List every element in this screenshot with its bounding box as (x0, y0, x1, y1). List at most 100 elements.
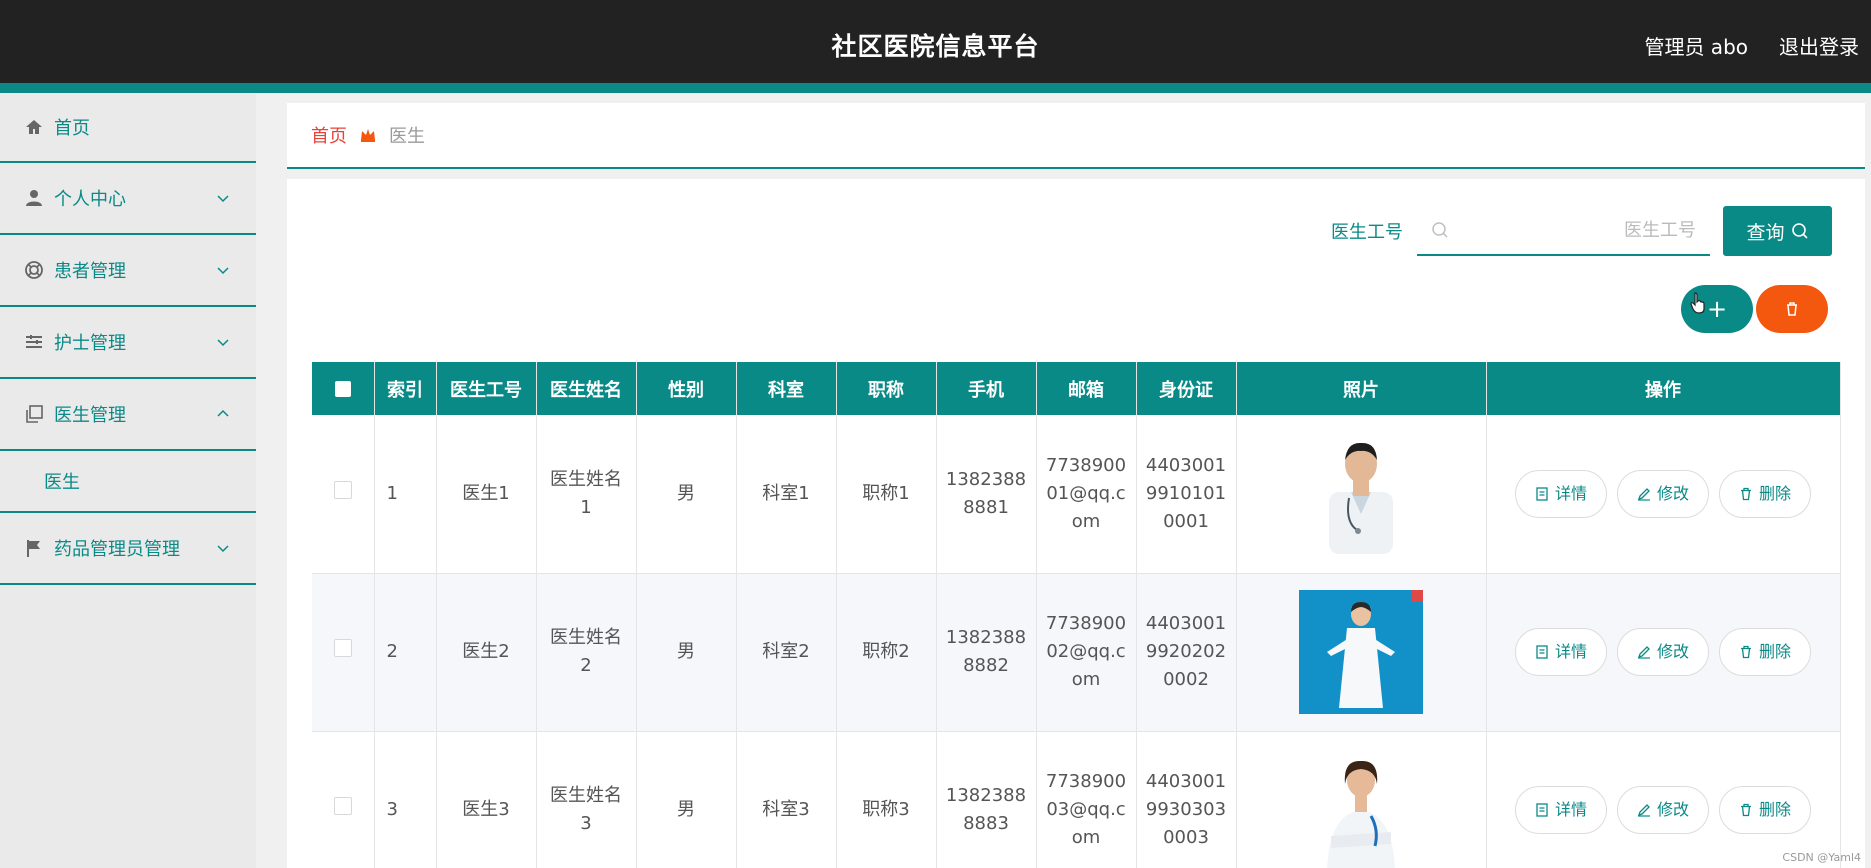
delete-button[interactable]: 删除 (1719, 786, 1811, 834)
trash-icon (1740, 645, 1751, 659)
cell-doctor-name: 医生姓名3 (536, 731, 637, 868)
column-header: 索引 (374, 362, 437, 415)
cell-index: 1 (374, 415, 437, 574)
detail-button-label: 详情 (1554, 800, 1587, 819)
breadcrumb: 首页 医生 (287, 103, 1865, 169)
edit-button-label: 修改 (1656, 483, 1689, 503)
cell-id-card: 440300199202020002 (1136, 573, 1237, 732)
trash-icon (1740, 487, 1751, 500)
sidebar-item-label: 药品管理员管理 (54, 539, 180, 560)
doctor-photo (1301, 434, 1421, 554)
detail-button[interactable]: 详情 (1515, 786, 1607, 834)
lifebuoy-icon (24, 260, 44, 280)
cell-gender: 男 (636, 415, 737, 574)
search-input[interactable] (1417, 206, 1710, 254)
table-row: 1 医生1 医生姓名1 男 科室1 职称1 13823888881 773890… (312, 415, 1841, 574)
cell-id-card: 440300199303030003 (1136, 731, 1237, 868)
sidebar-subitem-doctor[interactable]: 医生 (0, 451, 256, 513)
row-actions: 详情 修改 删除 (1495, 786, 1832, 834)
delete-button-label: 删除 (1758, 800, 1791, 819)
search-icon (1432, 222, 1448, 238)
document-icon (1536, 803, 1548, 817)
search-icon (1791, 223, 1808, 239)
breadcrumb-current: 医生 (389, 126, 425, 147)
column-header: 操作 (1486, 362, 1841, 415)
cell-doctor-id: 医生2 (436, 573, 537, 732)
cell-phone: 13823888881 (936, 415, 1037, 574)
current-user: 管理员 abo (1644, 35, 1748, 59)
trash-icon (1787, 302, 1797, 316)
column-header: 照片 (1236, 362, 1487, 415)
watermark: CSDN @Yaml4 (1782, 851, 1861, 864)
cell-phone: 13823888882 (936, 573, 1037, 732)
column-header: 性别 (636, 362, 737, 415)
row-checkbox[interactable] (333, 639, 352, 657)
cell-doctor-name: 医生姓名1 (536, 415, 637, 574)
sidebar-item-personal-center[interactable]: 个人中心 (0, 163, 256, 235)
column-header: 邮箱 (1036, 362, 1137, 415)
sidebar-item-label: 医生管理 (54, 405, 126, 426)
sidebar-item-label: 护士管理 (54, 333, 126, 354)
batch-delete-button[interactable] (1756, 285, 1828, 333)
sidebar-item-patient-management[interactable]: 患者管理 (0, 235, 256, 307)
edit-icon (1637, 646, 1650, 659)
cell-title: 职称2 (836, 573, 937, 732)
table-row: 2 医生2 医生姓名2 男 科室2 职称2 13823888882 773890… (312, 573, 1841, 732)
search-button-label: 查询 (1746, 221, 1785, 244)
cell-title: 职称1 (836, 415, 937, 574)
cell-email: 773890003@qq.com (1036, 731, 1137, 868)
cell-phone: 13823888883 (936, 731, 1037, 868)
trash-icon (1740, 803, 1751, 817)
delete-button[interactable]: 删除 (1719, 628, 1811, 676)
home-icon (24, 117, 44, 137)
doctor-table: 索引 医生工号 医生姓名 性别 科室 职称 手机 邮箱 身份证 照片 操作 1 … (312, 362, 1841, 868)
detail-button-label: 详情 (1554, 642, 1587, 661)
copy-icon (24, 404, 44, 424)
sidebar-item-doctor-management[interactable]: 医生管理 (0, 379, 256, 451)
edit-button[interactable]: 修改 (1617, 469, 1709, 518)
cell-gender: 男 (636, 731, 737, 868)
row-actions: 详情 修改 删除 (1495, 469, 1832, 518)
cell-index: 3 (374, 731, 437, 868)
breadcrumb-home[interactable]: 首页 (311, 122, 347, 148)
sidebar-subitem-label: 医生 (44, 472, 80, 493)
column-header: 医生姓名 (536, 362, 637, 415)
edit-icon (1637, 804, 1650, 817)
cell-doctor-id: 医生1 (436, 415, 537, 574)
sidebar: 首页 个人中心 患者管理 护士管理 医生管理 医生 药品管理员管理 (0, 93, 256, 868)
cell-email: 773890001@qq.com (1036, 415, 1137, 574)
delete-button[interactable]: 删除 (1719, 469, 1811, 518)
chevron-up-icon (217, 409, 229, 417)
column-header: 医生工号 (436, 362, 537, 415)
logout-link[interactable]: 退出登录 (1779, 31, 1859, 60)
detail-button[interactable]: 详情 (1515, 628, 1607, 676)
chevron-down-icon (217, 267, 229, 275)
add-button-label: + (1706, 295, 1728, 323)
chevron-down-icon (217, 545, 229, 553)
cell-department: 科室1 (736, 415, 837, 574)
delete-button-label: 删除 (1758, 483, 1791, 503)
edit-button[interactable]: 修改 (1617, 628, 1709, 676)
detail-button[interactable]: 详情 (1515, 469, 1607, 518)
cell-department: 科室3 (736, 731, 837, 868)
app-title: 社区医院信息平台 (831, 32, 1040, 61)
cell-gender: 男 (636, 573, 737, 732)
sidebar-item-home[interactable]: 首页 (0, 93, 256, 163)
search-field (1417, 206, 1710, 256)
sidebar-item-pharmacist-management[interactable]: 药品管理员管理 (0, 513, 256, 585)
sidebar-item-label: 患者管理 (54, 261, 126, 282)
row-checkbox[interactable] (333, 480, 352, 499)
cell-photo (1236, 731, 1487, 868)
chevron-down-icon (217, 195, 229, 203)
cell-email: 773890002@qq.com (1036, 573, 1137, 732)
hand-cursor-icon (1690, 292, 1705, 314)
row-checkbox[interactable] (333, 797, 352, 815)
search-label: 医生工号 (1331, 222, 1403, 243)
main-content: 首页 医生 医生工号 查询 + (287, 103, 1865, 868)
search-button[interactable]: 查询 (1723, 206, 1832, 256)
cell-department: 科室2 (736, 573, 837, 732)
edit-button[interactable]: 修改 (1617, 786, 1709, 834)
search-bar: 医生工号 查询 (1331, 206, 1832, 256)
select-all-checkbox[interactable] (334, 381, 351, 397)
sidebar-item-nurse-management[interactable]: 护士管理 (0, 307, 256, 379)
